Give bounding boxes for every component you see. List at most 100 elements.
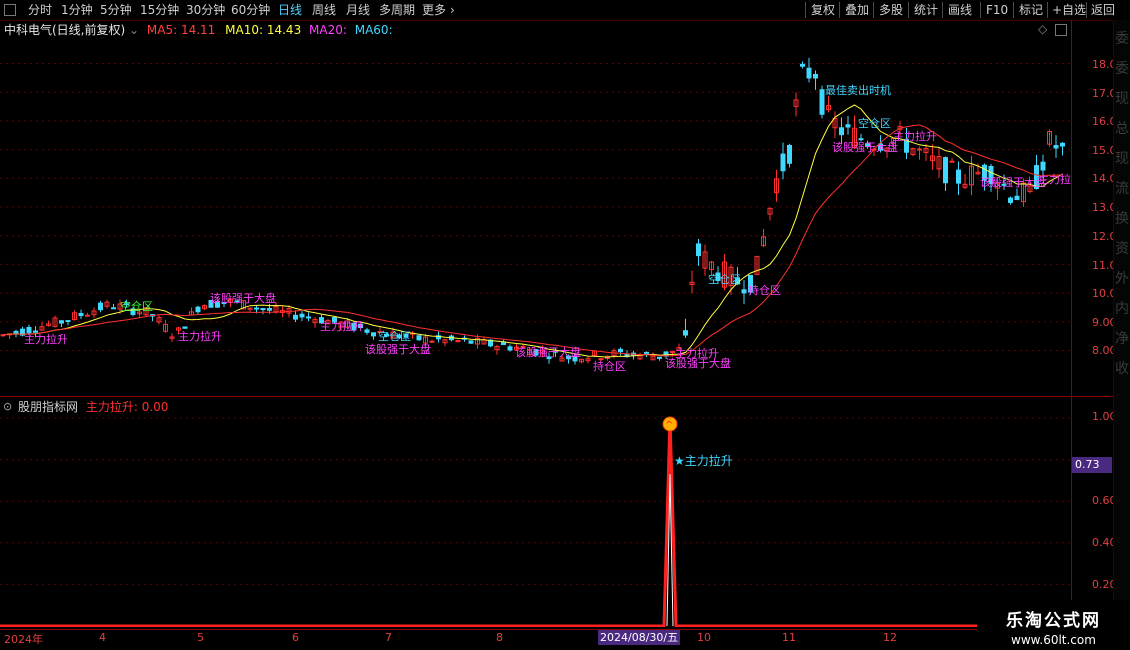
chevron-right-icon[interactable]: ›	[450, 0, 455, 20]
candle-body	[364, 329, 370, 333]
candle-body	[254, 307, 259, 310]
period-month[interactable]: 月线	[346, 0, 370, 20]
period-15min[interactable]: 15分钟	[140, 0, 179, 20]
watermark-logo: 乐淘公式网 www.60lt.com	[977, 600, 1130, 650]
candle-body	[85, 314, 90, 317]
candle-body	[787, 144, 792, 164]
candle-body	[293, 314, 298, 320]
candle-body	[683, 330, 688, 336]
candle-body	[78, 313, 84, 317]
candle-body	[1053, 145, 1059, 149]
candle-body	[1040, 161, 1046, 171]
date-label: 10	[697, 631, 711, 644]
highlight-date: 2024/08/30/五	[598, 630, 681, 645]
candle-body	[618, 348, 623, 353]
side-panel-char: 流	[1115, 181, 1129, 197]
candle-body	[819, 89, 825, 115]
candle-body	[26, 326, 32, 334]
side-panel-char: 换	[1115, 211, 1129, 227]
annotation-main-rise: 主力拉升	[24, 332, 68, 346]
date-label: 12	[883, 631, 897, 644]
period-more[interactable]: 更多	[422, 0, 446, 20]
side-panel-char: 内	[1115, 301, 1129, 317]
date-label: 8	[496, 631, 503, 644]
candle-body	[468, 340, 474, 344]
ma20-line	[2, 124, 1063, 357]
candle-body	[111, 307, 116, 310]
date-axis-line	[0, 629, 1113, 630]
side-panel-char: 委	[1115, 61, 1129, 77]
annotation-buy-zone: 持仓区	[593, 359, 626, 373]
candle-body	[780, 153, 786, 172]
date-label: 5	[197, 631, 204, 644]
side-info-panel	[1113, 20, 1130, 630]
price-chart: 主力拉升 主力拉升空仓区该股强于大盘主力拉升空仓区该股强于大盘 该股强于大盘持仓区主…	[0, 57, 1071, 373]
candle-body	[741, 289, 747, 294]
candle-body	[182, 326, 188, 329]
annotation-stronger: 该股强于大盘	[365, 342, 431, 356]
candle-body	[416, 335, 422, 341]
candle-body	[845, 124, 851, 128]
watermark-title: 乐淘公式网	[1006, 611, 1101, 631]
candle-body	[267, 308, 272, 311]
side-panel-char: 总	[1115, 121, 1129, 137]
candle-body	[839, 127, 844, 136]
annotation-main-rise: 主力拉升	[1038, 172, 1071, 186]
annotation-main-rise: 主力拉升	[178, 329, 222, 343]
arrow-up-icon: ^	[665, 420, 673, 431]
candle-body	[299, 313, 305, 318]
date-label: 7	[385, 631, 392, 644]
price-axis-line	[1071, 20, 1072, 630]
mark-button[interactable]: 标记	[1019, 0, 1043, 20]
period-30min[interactable]: 30分钟	[186, 0, 225, 20]
side-panel-char: 委	[1115, 31, 1129, 47]
period-day[interactable]: 日线	[278, 0, 302, 20]
overlay-button[interactable]: 叠加	[845, 0, 869, 20]
candle-body	[13, 330, 19, 334]
annotation-empty-zone: 空仓区	[858, 116, 891, 130]
back-button[interactable]: 返回	[1091, 0, 1115, 20]
annotation-stronger: 该股强于大盘	[210, 291, 276, 305]
candle-body	[501, 341, 506, 346]
date-label: 4	[99, 631, 106, 644]
indicator-chart: ^	[0, 416, 1071, 627]
watermark-url: www.60lt.com	[1011, 633, 1096, 647]
period-1min[interactable]: 1分钟	[61, 0, 93, 20]
fuquan-button[interactable]: 复权	[811, 0, 835, 20]
date-label: 11	[782, 631, 796, 644]
side-panel-char: 现	[1115, 91, 1129, 107]
indicator-value-badge: 0.73	[1072, 457, 1112, 473]
menu-icon[interactable]	[4, 4, 16, 16]
period-week[interactable]: 周线	[312, 0, 336, 20]
f10-button[interactable]: F10	[986, 0, 1008, 20]
candle-body	[65, 320, 71, 323]
period-60min[interactable]: 60分钟	[231, 0, 270, 20]
candle-body	[943, 157, 948, 184]
stats-button[interactable]: 统计	[914, 0, 938, 20]
side-panel-char: 资	[1115, 241, 1129, 257]
period-multi[interactable]: 多周期	[379, 0, 415, 20]
candle-body	[657, 356, 662, 359]
add-favorite-button[interactable]: +自选	[1052, 0, 1086, 20]
annotation-stronger: 该股强于大盘	[832, 140, 898, 154]
side-panel-char: 净	[1115, 331, 1129, 347]
period-fenshi[interactable]: 分时	[28, 0, 52, 20]
period-5min[interactable]: 5分钟	[100, 0, 132, 20]
annotation-main-rise: 主力拉升	[320, 319, 364, 333]
annotation-buy-zone: 持仓区	[748, 283, 781, 297]
annotation-stronger: 该股强于大盘	[515, 345, 581, 359]
candle-body	[800, 63, 805, 67]
candle-body	[858, 138, 864, 141]
candle-body	[455, 340, 461, 343]
side-panel-char: 现	[1115, 151, 1129, 167]
candle-body	[806, 67, 812, 79]
multi-stock-button[interactable]: 多股	[879, 0, 903, 20]
annotation-empty-zone: 空仓区	[378, 329, 411, 343]
annotation-stronger: 该股强于大盘	[980, 175, 1046, 189]
signal-line	[0, 417, 1071, 627]
draw-button[interactable]: 画线	[948, 0, 972, 20]
signal-label: ★主力拉升	[674, 454, 733, 468]
candle-body	[949, 160, 955, 163]
toolbar: 分时 1分钟 5分钟 15分钟 30分钟 60分钟 日线 周线 月线 多周期 更…	[0, 0, 1130, 21]
candle-body	[59, 320, 64, 324]
